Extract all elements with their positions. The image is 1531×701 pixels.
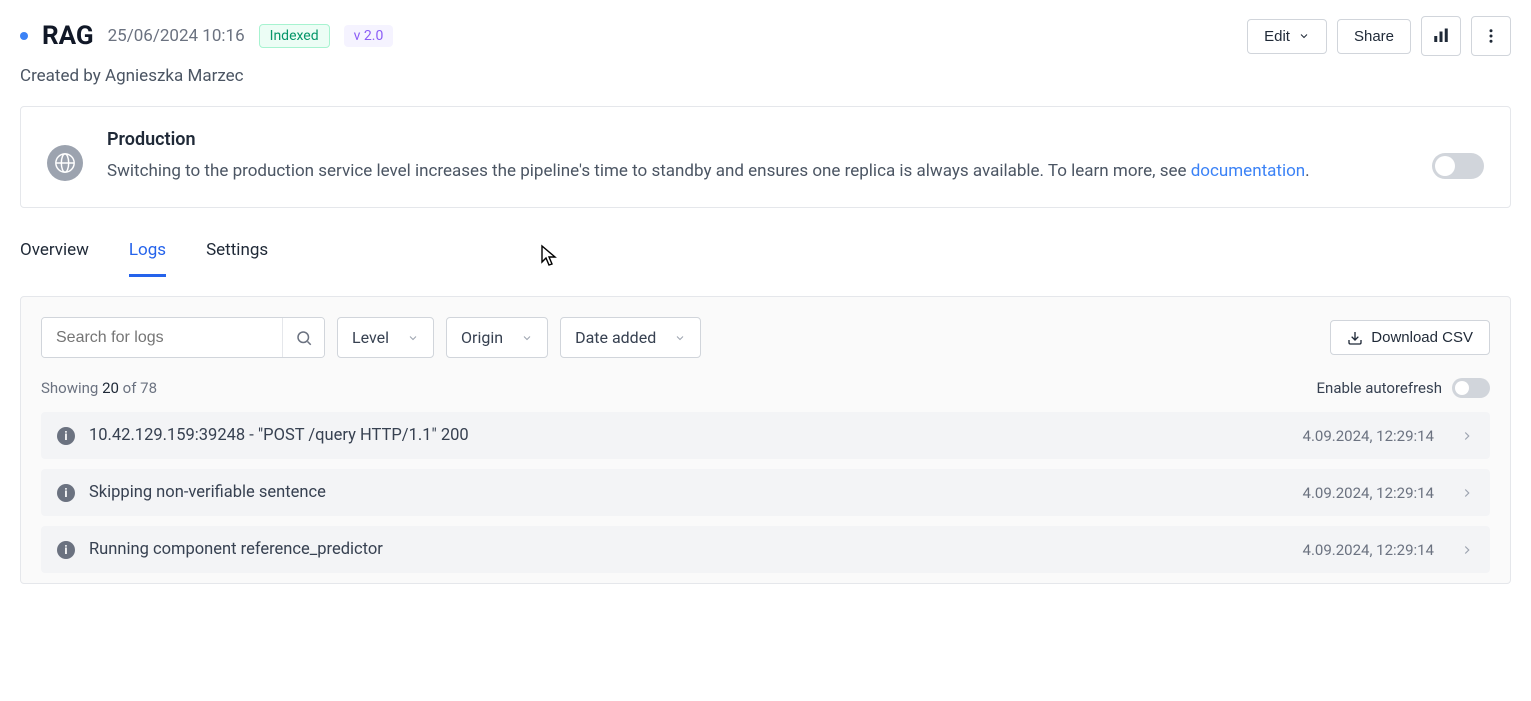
share-button[interactable]: Share xyxy=(1337,19,1411,54)
chevron-down-icon xyxy=(521,332,533,344)
autorefresh: Enable autorefresh xyxy=(1317,378,1490,398)
page-title: RAG xyxy=(42,21,94,51)
showing-prefix: Showing xyxy=(41,379,102,397)
download-csv-button[interactable]: Download CSV xyxy=(1330,320,1490,355)
chevron-right-icon xyxy=(1460,543,1474,557)
log-row[interactable]: i Skipping non-verifiable sentence 4.09.… xyxy=(41,469,1490,516)
production-card: Production Switching to the production s… xyxy=(20,106,1511,208)
documentation-link[interactable]: documentation xyxy=(1191,161,1305,181)
showing-count: Showing 20 of 78 xyxy=(41,379,157,397)
search-input[interactable] xyxy=(42,318,282,357)
status-badge: Indexed xyxy=(259,24,330,48)
page-timestamp: 25/06/2024 10:16 xyxy=(108,26,245,46)
production-toggle[interactable] xyxy=(1432,153,1484,179)
chevron-right-icon xyxy=(1460,486,1474,500)
logs-meta: Showing 20 of 78 Enable autorefresh xyxy=(21,372,1510,412)
filter-date-label: Date added xyxy=(575,328,656,347)
page-header: RAG 25/06/2024 10:16 Indexed v 2.0 Edit … xyxy=(20,16,1511,56)
filter-level[interactable]: Level xyxy=(337,317,434,358)
log-message: Skipping non-verifiable sentence xyxy=(89,483,1289,502)
info-icon: i xyxy=(57,541,75,559)
log-time: 4.09.2024, 12:29:14 xyxy=(1303,541,1434,559)
download-icon xyxy=(1347,330,1363,346)
globe-icon xyxy=(47,145,83,181)
bar-chart-icon xyxy=(1432,27,1450,45)
logs-panel: Level Origin Date added Download CSV Sho… xyxy=(20,296,1511,584)
title-cluster: RAG 25/06/2024 10:16 Indexed v 2.0 xyxy=(20,21,393,51)
log-row[interactable]: i 10.42.129.159:39248 - "POST /query HTT… xyxy=(41,412,1490,459)
info-icon: i xyxy=(57,427,75,445)
production-text-post: . xyxy=(1305,161,1309,181)
chevron-down-icon xyxy=(407,332,419,344)
share-button-label: Share xyxy=(1354,28,1394,45)
dots-vertical-icon xyxy=(1482,27,1500,45)
log-list: i 10.42.129.159:39248 - "POST /query HTT… xyxy=(21,412,1510,583)
filter-origin-label: Origin xyxy=(461,328,503,347)
filter-origin[interactable]: Origin xyxy=(446,317,548,358)
created-by: Created by Agnieszka Marzec xyxy=(20,66,1511,86)
logs-toolbar: Level Origin Date added Download CSV xyxy=(21,297,1510,372)
production-text: Switching to the production service leve… xyxy=(107,158,1408,185)
edit-button-label: Edit xyxy=(1264,28,1290,45)
chevron-down-icon xyxy=(674,332,686,344)
search-wrap xyxy=(41,317,325,358)
production-text-pre: Switching to the production service leve… xyxy=(107,161,1191,181)
chart-button[interactable] xyxy=(1421,16,1461,56)
production-title: Production xyxy=(107,129,1408,150)
search-button[interactable] xyxy=(282,318,324,357)
status-dot xyxy=(20,32,28,40)
more-button[interactable] xyxy=(1471,16,1511,56)
log-row[interactable]: i Running component reference_predictor … xyxy=(41,526,1490,573)
tab-logs[interactable]: Logs xyxy=(129,234,166,277)
search-icon xyxy=(295,329,313,347)
log-message: Running component reference_predictor xyxy=(89,540,1289,559)
showing-of: of 78 xyxy=(119,379,157,397)
filter-level-label: Level xyxy=(352,328,389,347)
tab-settings[interactable]: Settings xyxy=(206,234,268,277)
log-time: 4.09.2024, 12:29:14 xyxy=(1303,484,1434,502)
edit-button[interactable]: Edit xyxy=(1247,19,1327,54)
info-icon: i xyxy=(57,484,75,502)
logs-filters: Level Origin Date added xyxy=(41,317,701,358)
tabs: Overview Logs Settings xyxy=(20,234,1511,278)
filter-date-added[interactable]: Date added xyxy=(560,317,701,358)
tab-overview[interactable]: Overview xyxy=(20,234,89,277)
chevron-right-icon xyxy=(1460,429,1474,443)
header-actions: Edit Share xyxy=(1247,16,1511,56)
showing-number: 20 xyxy=(102,379,119,397)
production-card-body: Production Switching to the production s… xyxy=(107,129,1408,185)
autorefresh-label: Enable autorefresh xyxy=(1317,379,1442,397)
download-csv-label: Download CSV xyxy=(1371,329,1473,346)
log-message: 10.42.129.159:39248 - "POST /query HTTP/… xyxy=(89,426,1289,445)
log-time: 4.09.2024, 12:29:14 xyxy=(1303,427,1434,445)
chevron-down-icon xyxy=(1298,30,1310,42)
version-badge: v 2.0 xyxy=(344,25,394,47)
autorefresh-toggle[interactable] xyxy=(1452,378,1490,398)
